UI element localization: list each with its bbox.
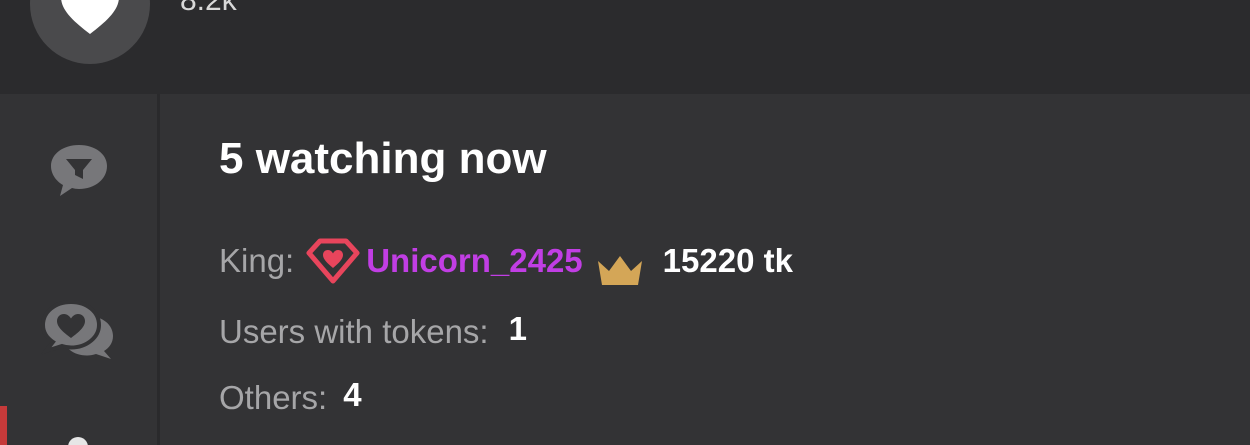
sidebar [0, 94, 160, 445]
heart-icon [61, 0, 119, 34]
sidebar-item-filter-chat[interactable] [0, 142, 157, 198]
king-row: King: Unicorn_2425 15220 tk [219, 236, 793, 286]
diamond-heart-icon [306, 238, 360, 284]
users-with-tokens-count: 1 [508, 310, 527, 347]
king-username[interactable]: Unicorn_2425 [366, 241, 582, 281]
users-with-tokens-row: Users with tokens: 1 [219, 310, 527, 352]
like-count: 8.2k [180, 0, 237, 17]
viewers-panel: 5 watching now King: Unicorn_2425 15220 … [219, 94, 1219, 445]
viewers-title: 5 watching now [219, 134, 547, 183]
app-root: 8.2k 5 watching now King: Unicorn_2425 1… [0, 0, 1250, 445]
others-label: Others: [219, 379, 328, 416]
users-with-tokens-label: Users with tokens: [219, 313, 489, 350]
speech-filter-icon [50, 145, 107, 196]
king-label: King: [219, 242, 295, 279]
others-count: 4 [343, 376, 362, 413]
user-icon[interactable] [68, 437, 88, 445]
sidebar-item-private-chat[interactable] [0, 300, 157, 360]
sidebar-active-indicator [0, 406, 7, 445]
like-button[interactable] [30, 0, 150, 64]
top-toolbar: 8.2k [0, 0, 1250, 94]
king-tokens: 15220 tk [662, 242, 793, 279]
crown-icon [595, 254, 645, 286]
chat-heart-icon [40, 300, 113, 359]
others-row: Others: 4 [219, 376, 362, 418]
